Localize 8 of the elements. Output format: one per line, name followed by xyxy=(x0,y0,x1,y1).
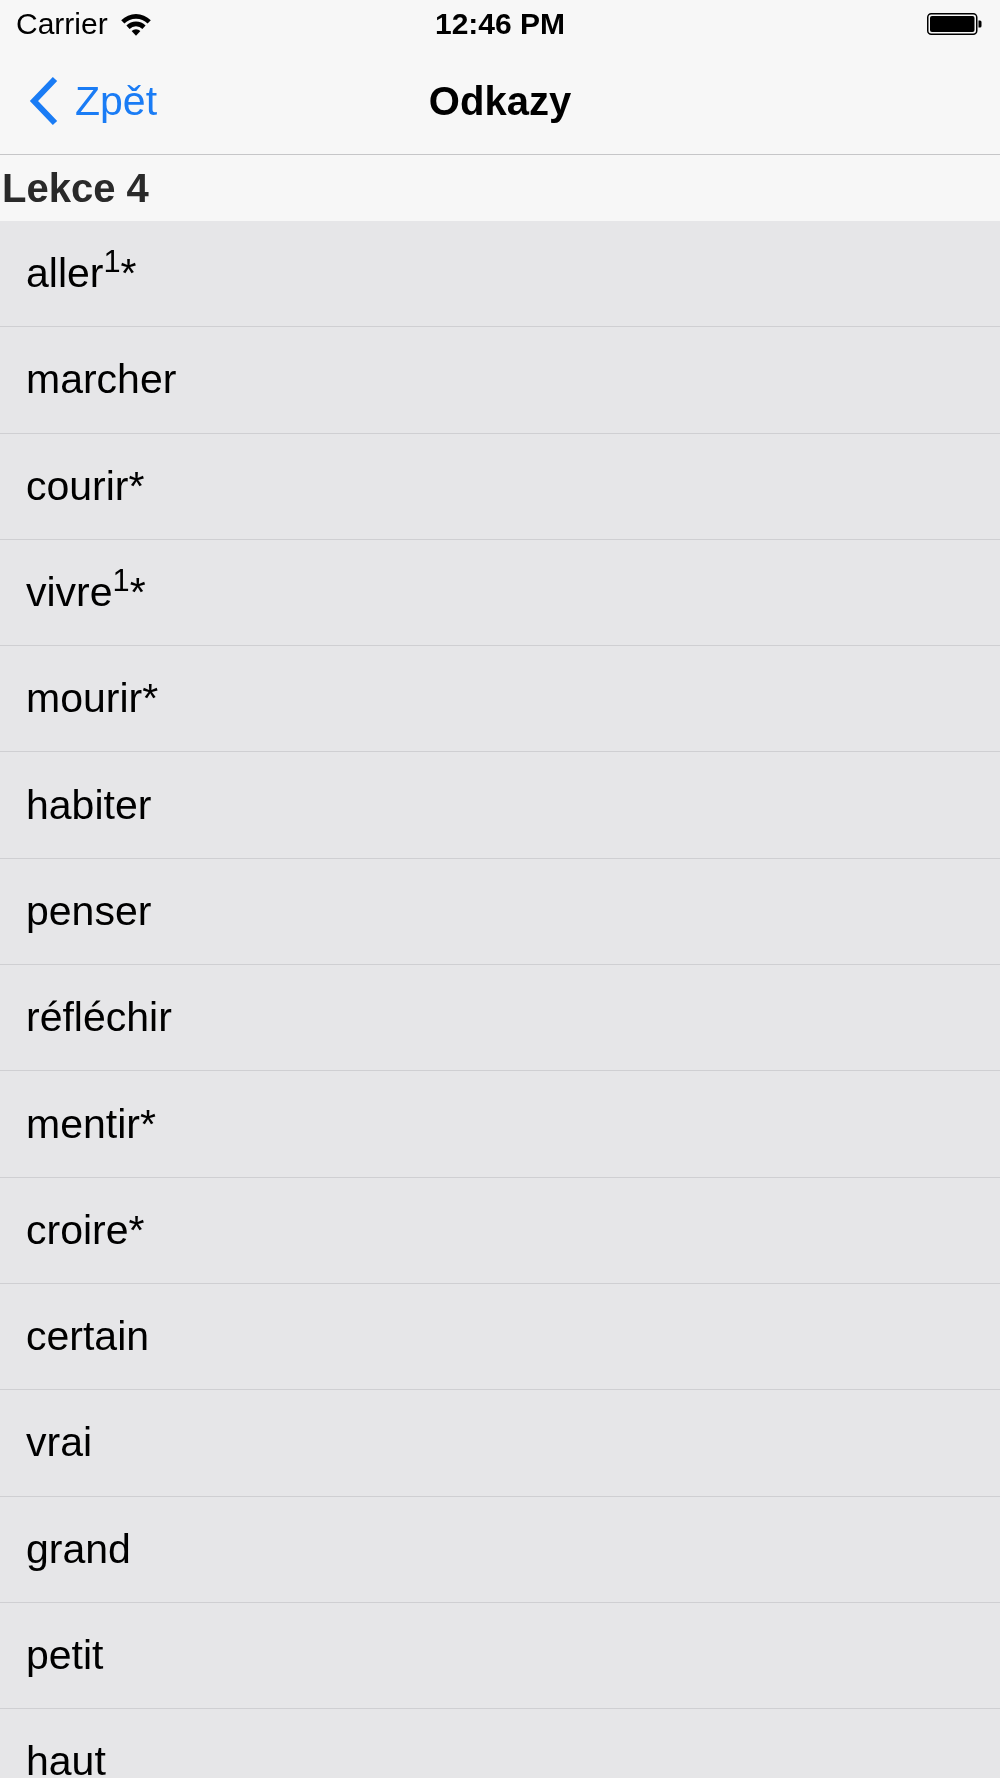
section-title: Lekce 4 xyxy=(2,168,149,208)
carrier-name: Carrier xyxy=(16,9,108,39)
wifi-icon xyxy=(120,12,151,36)
back-button[interactable]: Zpět xyxy=(29,76,158,126)
back-chevron-icon xyxy=(29,76,59,126)
navigation-title: Odkazy xyxy=(428,81,572,121)
battery-icon xyxy=(927,13,982,35)
status-time: 12:46 PM xyxy=(434,9,566,39)
